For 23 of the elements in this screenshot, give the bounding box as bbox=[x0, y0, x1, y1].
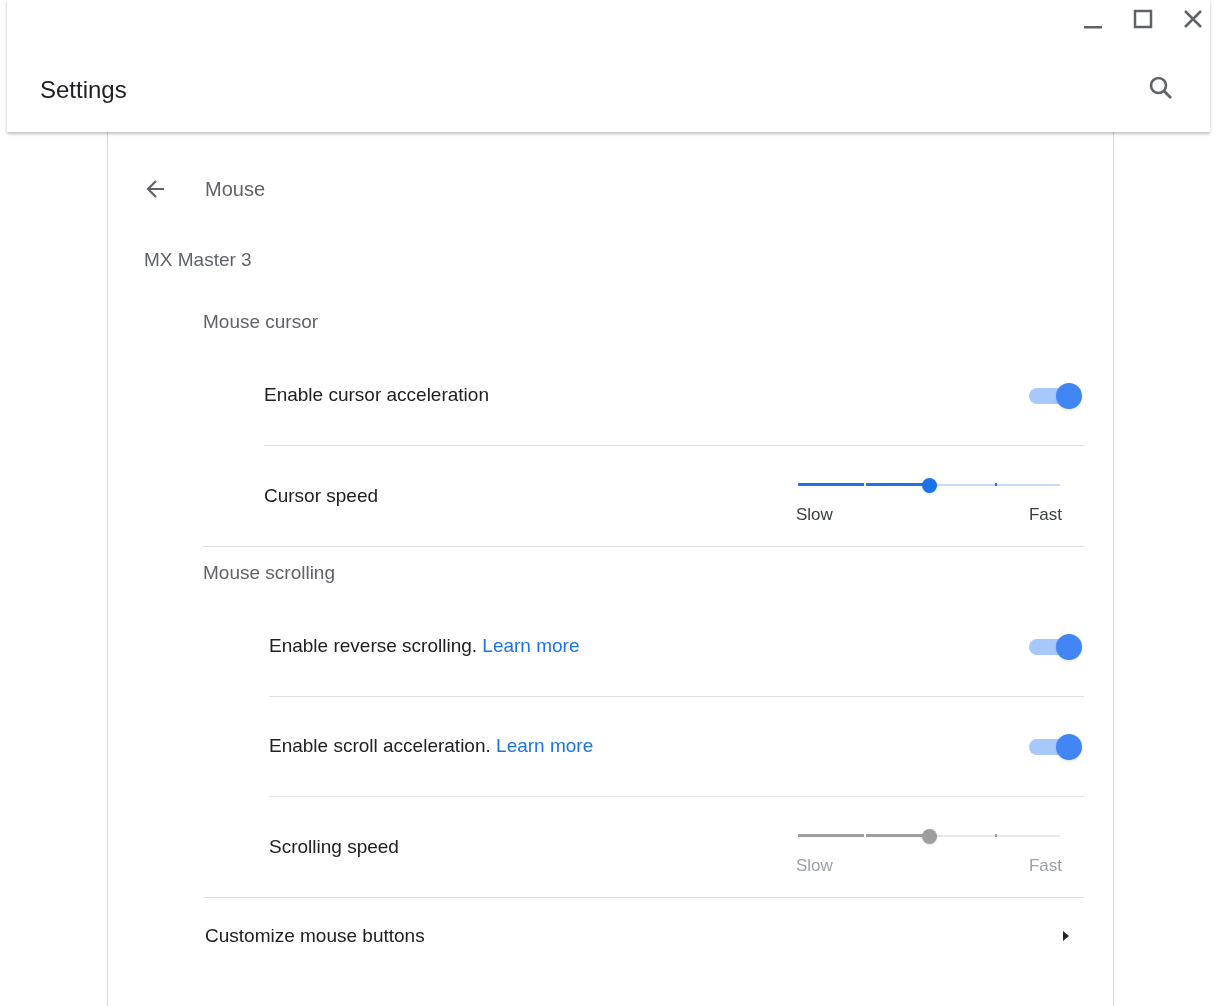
section-title: Mouse scrolling bbox=[203, 561, 336, 585]
row-label: Enable cursor acceleration bbox=[264, 383, 489, 408]
device-name: MX Master 3 bbox=[144, 248, 253, 272]
search-icon[interactable] bbox=[1148, 75, 1174, 101]
row-label: Customize mouse buttons bbox=[205, 923, 425, 948]
row-label: Enable scroll acceleration. Learn more bbox=[269, 734, 594, 759]
row-label: Cursor speed bbox=[264, 483, 379, 508]
learn-more-link[interactable]: Learn more bbox=[496, 735, 594, 757]
toggle-switch[interactable] bbox=[1028, 733, 1082, 760]
slider-label: Slow bbox=[796, 504, 833, 527]
toggle-switch[interactable] bbox=[1028, 382, 1082, 409]
learn-more-link[interactable]: Learn more bbox=[482, 635, 580, 657]
caret-icon[interactable] bbox=[1062, 930, 1070, 942]
slider[interactable] bbox=[796, 478, 1062, 493]
section-title: Mouse cursor bbox=[203, 310, 320, 334]
slider-label: Fast bbox=[1028, 504, 1062, 527]
row-label: Enable reverse scrolling. Learn more bbox=[269, 634, 580, 659]
slider-label: Fast bbox=[1028, 855, 1062, 878]
row-label: Scrolling speed bbox=[269, 834, 399, 859]
slider-label: Slow bbox=[796, 855, 833, 878]
window-title: Settings bbox=[40, 75, 127, 105]
toggle-switch[interactable] bbox=[1028, 633, 1082, 660]
page-title: Mouse bbox=[205, 177, 266, 202]
